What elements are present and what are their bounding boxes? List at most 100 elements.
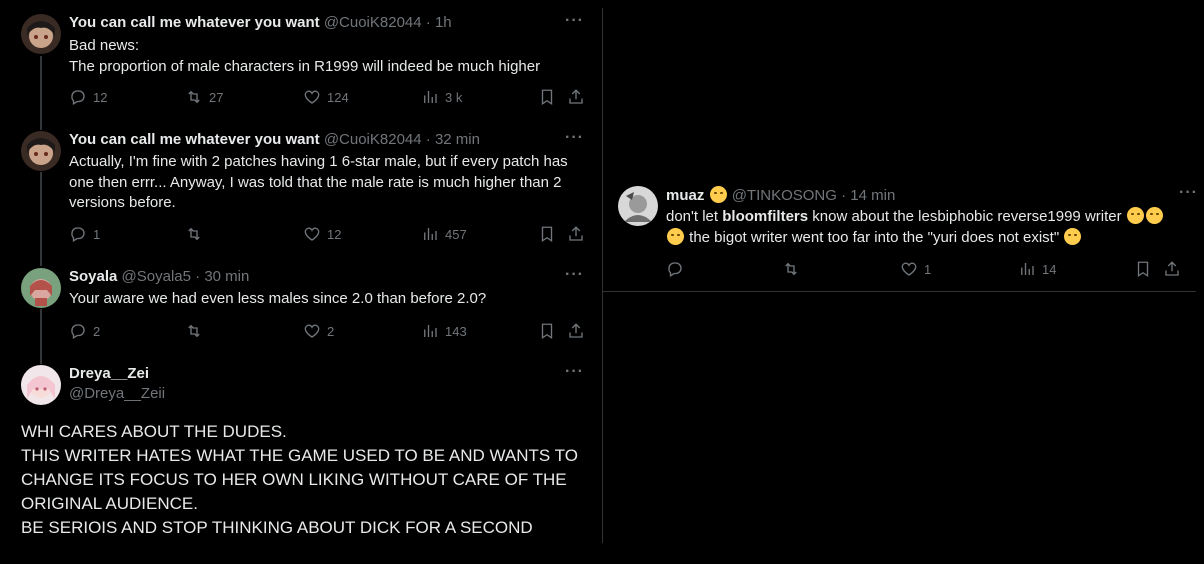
reply-icon [668, 262, 682, 277]
separator: · [195, 268, 201, 285]
retweet-button[interactable]: 27 [185, 88, 223, 106]
tweet-line: ORIGINAL AUDIENCE. [21, 494, 198, 513]
separator: · [425, 131, 431, 148]
heart-icon [304, 90, 320, 104]
user-handle[interactable]: @Dreya__Zeii [69, 385, 165, 403]
tweet-line: the bigot writer went too far into the "… [666, 227, 1204, 249]
user-handle[interactable]: @TINKOSONG [732, 187, 837, 204]
views-button[interactable]: 457 [421, 225, 467, 243]
like-button[interactable]: 124 [303, 88, 349, 106]
tweet-header: Dreya__Zei @Dreya__Zeii [69, 365, 165, 403]
tweet[interactable]: You can call me whatever you want @CuoiK… [0, 12, 602, 114]
timestamp[interactable]: 14 min [850, 187, 895, 204]
reply-button[interactable]: 12 [69, 88, 107, 106]
timestamp[interactable]: 1h [435, 14, 452, 31]
like-button[interactable]: 12 [303, 225, 341, 243]
tweet[interactable]: Soyala @Soyala5 · 30 min ··· Your aware … [0, 266, 602, 348]
user-handle[interactable]: @CuoiK82044 [324, 14, 422, 31]
display-name[interactable]: You can call me whatever you want [69, 14, 320, 31]
left-pane: You can call me whatever you want @CuoiK… [0, 0, 602, 564]
view-count: 143 [445, 323, 467, 339]
tweet-line: WHI CARES ABOUT THE DUDES. [21, 422, 287, 441]
view-count: 457 [445, 226, 467, 242]
analytics-icon [1021, 263, 1034, 275]
reply-button[interactable] [666, 260, 690, 278]
like-button[interactable]: 2 [303, 322, 334, 340]
reply-icon [71, 90, 85, 105]
avatar[interactable] [618, 186, 658, 226]
tweet-header: You can call me whatever you want @CuoiK… [69, 14, 452, 32]
retweet-icon [785, 262, 797, 276]
views-button[interactable]: 143 [421, 322, 467, 340]
tweet-line: CHANGE ITS FOCUS TO HER OWN LIKING WITHO… [21, 470, 567, 489]
tweet-text: Actually, I'm fine with 2 patches having… [69, 152, 568, 214]
mention-link[interactable]: bloomfilters [722, 208, 808, 225]
bookmark-button[interactable] [538, 88, 556, 106]
tweet-text: Bad news: The proportion of male charact… [69, 36, 540, 77]
analytics-icon [424, 325, 437, 337]
tweet-actions: 1 12 457 [69, 225, 589, 245]
avatar[interactable] [21, 131, 61, 171]
analytics-icon [424, 228, 437, 240]
tweet-line: Bad news: [69, 37, 140, 54]
like-count: 1 [924, 261, 932, 277]
share-button[interactable] [1163, 260, 1181, 278]
share-button[interactable] [567, 322, 585, 340]
views-button[interactable]: 3 k [421, 88, 462, 106]
tweet-line: one then errr... Anyway, I was told that… [69, 173, 562, 191]
tweet[interactable]: muaz @TINKOSONG · 14 min ··· don't let b… [618, 184, 1198, 286]
avatar[interactable] [21, 365, 61, 405]
tweet-line: versions before. [69, 194, 176, 211]
tweet-header: Soyala @Soyala5 · 30 min [69, 268, 249, 286]
share-button[interactable] [567, 225, 585, 243]
right-pane: muaz @TINKOSONG · 14 min ··· don't let b… [603, 0, 1204, 564]
bookmark-button[interactable] [538, 322, 556, 340]
reply-icon [71, 227, 85, 242]
share-button[interactable] [567, 88, 585, 106]
display-name[interactable]: You can call me whatever you want [69, 131, 320, 148]
tweet-text-segment: don't let [666, 208, 723, 225]
display-name[interactable]: Dreya__Zei [69, 365, 165, 383]
retweet-button[interactable] [185, 322, 209, 340]
separator: · [425, 14, 431, 31]
like-button[interactable]: 1 [900, 260, 931, 278]
tweet[interactable]: You can call me whatever you want @CuoiK… [0, 129, 602, 251]
bookmark-icon [541, 89, 553, 106]
avatar[interactable] [21, 14, 61, 54]
user-handle[interactable]: @CuoiK82044 [324, 131, 422, 148]
disappointed-emoji-icon [667, 227, 684, 245]
retweet-button[interactable] [185, 225, 209, 243]
retweet-count: 27 [209, 89, 224, 105]
tweet-header: You can call me whatever you want @CuoiK… [69, 131, 480, 149]
reply-button[interactable]: 1 [69, 225, 100, 243]
like-count: 124 [327, 89, 349, 105]
avatar[interactable] [21, 268, 61, 308]
more-options-icon[interactable]: ··· [565, 12, 584, 30]
timestamp[interactable]: 32 min [435, 131, 480, 148]
retweet-button[interactable] [782, 260, 806, 278]
tweet-text: Your aware we had even less males since … [69, 289, 486, 310]
reply-count: 1 [93, 226, 101, 242]
retweet-icon [188, 90, 200, 104]
reply-count: 12 [93, 89, 108, 105]
views-button[interactable]: 14 [1018, 260, 1056, 278]
bookmark-button[interactable] [538, 225, 556, 243]
display-name[interactable]: Soyala [69, 268, 117, 285]
more-options-icon[interactable]: ··· [565, 129, 584, 147]
timestamp[interactable]: 30 min [204, 268, 249, 285]
disappointed-emoji-icon [1064, 227, 1082, 245]
more-options-icon[interactable]: ··· [1179, 184, 1198, 202]
more-options-icon[interactable]: ··· [565, 266, 584, 284]
tweet-actions: 12 27 124 3 k [69, 88, 589, 108]
reply-icon [71, 324, 85, 339]
tweet-line: don't let bloomfilters know about the le… [666, 207, 1204, 228]
more-options-icon[interactable]: ··· [565, 363, 584, 381]
bookmark-icon [1137, 261, 1149, 278]
like-count: 2 [327, 323, 335, 339]
bookmark-button[interactable] [1134, 260, 1152, 278]
reply-button[interactable]: 2 [69, 322, 100, 340]
separator: · [841, 187, 847, 204]
like-count: 12 [327, 226, 342, 242]
display-name[interactable]: muaz [666, 187, 704, 204]
user-handle[interactable]: @Soyala5 [122, 268, 191, 285]
